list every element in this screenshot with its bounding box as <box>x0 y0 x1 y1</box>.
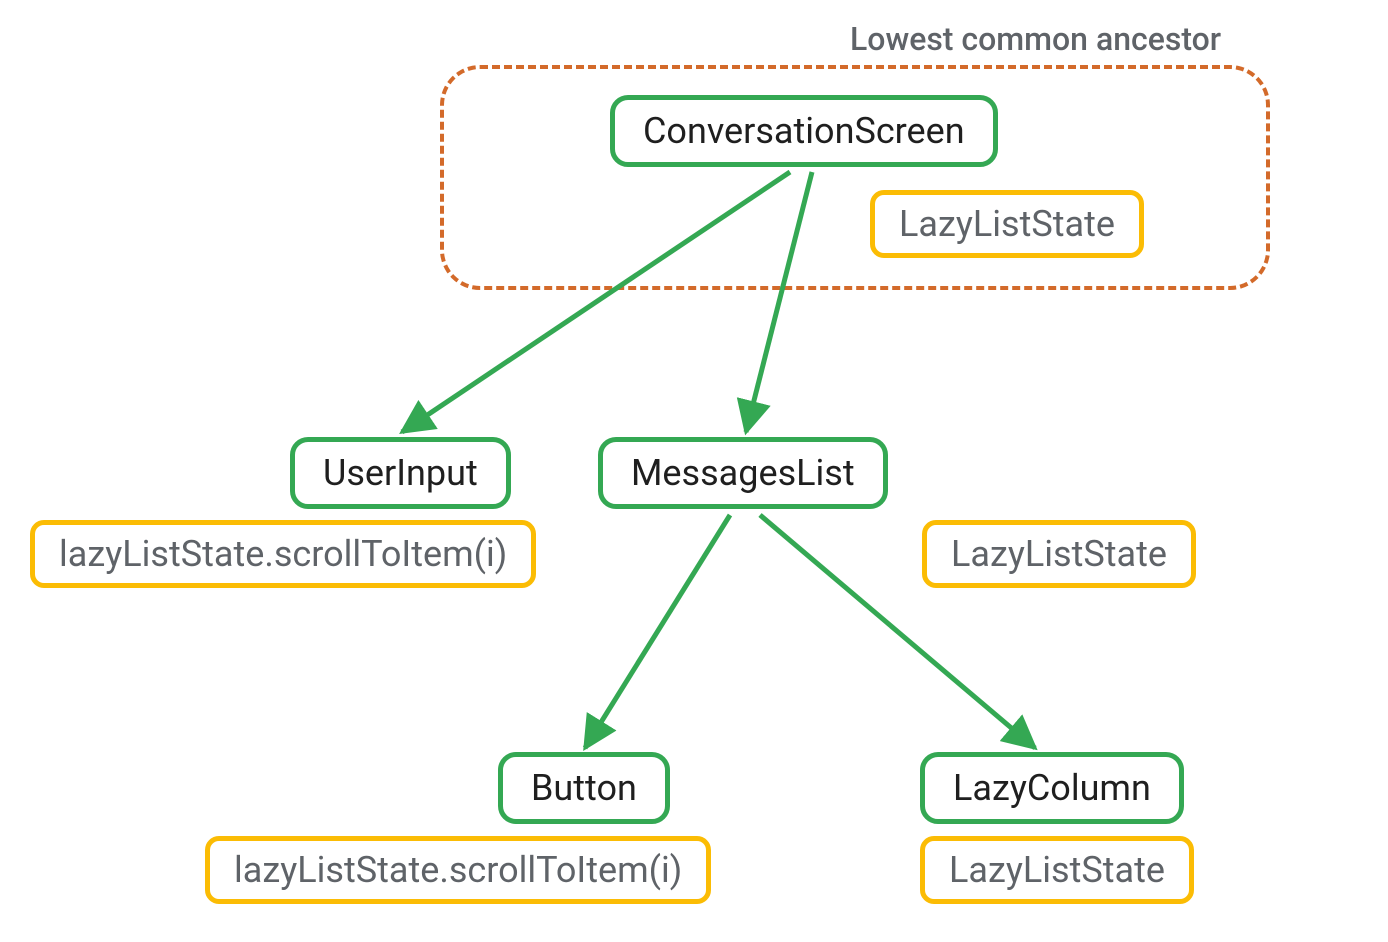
caption-lowest-common-ancestor: Lowest common ancestor <box>850 20 1221 58</box>
node-user-input: UserInput <box>290 437 511 509</box>
node-lazy-column: LazyColumn <box>920 752 1184 824</box>
state-lazy-column: LazyListState <box>920 836 1194 904</box>
node-button: Button <box>498 752 670 824</box>
node-conversation-screen: ConversationScreen <box>610 95 998 167</box>
action-user-input: lazyListState.scrollToItem(i) <box>30 520 536 588</box>
state-conversation-screen: LazyListState <box>870 190 1144 258</box>
state-messages-list: LazyListState <box>922 520 1196 588</box>
action-button: lazyListState.scrollToItem(i) <box>205 836 711 904</box>
node-messages-list: MessagesList <box>598 437 888 509</box>
